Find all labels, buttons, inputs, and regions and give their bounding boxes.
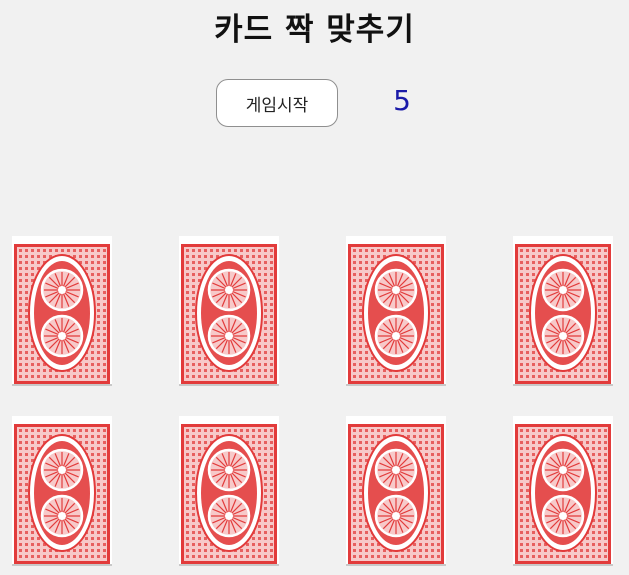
card-back[interactable] [179,416,279,566]
card-back[interactable] [513,236,613,386]
start-game-button[interactable]: 게임시작 [216,79,338,127]
page-title: 카드 짝 맞추기 [214,12,415,48]
card-back[interactable] [513,416,613,566]
card-back[interactable] [12,236,112,386]
card-back[interactable] [12,416,112,566]
card-back[interactable] [346,236,446,386]
card-back[interactable] [346,416,446,566]
countdown-counter: 5 [393,84,411,117]
card-back[interactable] [179,236,279,386]
